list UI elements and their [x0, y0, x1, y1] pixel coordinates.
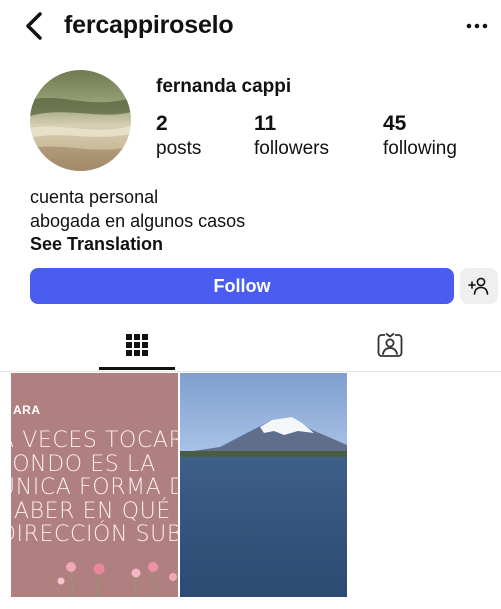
tab-tagged[interactable]: [352, 322, 428, 370]
add-person-icon: [468, 277, 489, 295]
bio-line-2: abogada en algunos casos: [30, 210, 246, 231]
post-thumbnail[interactable]: ARA A VECES TOCAR FONDO ES LA ÚNICA FORM…: [11, 373, 178, 597]
following-count-value: 45: [383, 112, 407, 135]
profile-username: fercappiroselo: [64, 11, 234, 39]
tab-grid[interactable]: [99, 322, 175, 370]
see-translation-link[interactable]: See Translation: [30, 233, 245, 257]
posts-count[interactable]: 2 posts: [156, 112, 201, 162]
flowers-illustration: [57, 562, 177, 597]
avatar[interactable]: [30, 70, 131, 171]
bio: cuenta personal abogada en algunos casos…: [30, 186, 245, 257]
followers-count-value: 11: [254, 112, 277, 135]
post-tag-text: ARA: [13, 403, 41, 417]
volcano-lake-photo: [180, 373, 347, 597]
chevron-left-icon: [26, 12, 42, 40]
suggested-accounts-button[interactable]: [460, 268, 498, 304]
following-count[interactable]: 45 following: [383, 112, 457, 162]
posts-grid: ARA A VECES TOCAR FONDO ES LA ÚNICA FORM…: [11, 373, 348, 597]
posts-count-label: posts: [156, 138, 202, 159]
back-button[interactable]: [22, 10, 48, 42]
followers-count-label: followers: [254, 138, 329, 159]
tagged-person-icon: [377, 332, 403, 357]
display-name: fernanda cappi: [156, 76, 292, 97]
profile-tabs: [0, 322, 501, 372]
followers-count[interactable]: 11 followers: [254, 112, 329, 162]
top-bar: fercappiroselo: [0, 0, 501, 52]
posts-count-value: 2: [156, 112, 168, 135]
grid-icon: [126, 334, 148, 356]
bio-line-1: cuenta personal: [30, 187, 159, 207]
avatar-photo: [30, 70, 131, 171]
follow-button[interactable]: Follow: [30, 268, 454, 304]
post-thumbnail[interactable]: [180, 373, 347, 597]
post-quote-text: A VECES TOCAR FONDO ES LA ÚNICA FORMA DE…: [11, 428, 178, 547]
following-count-label: following: [383, 138, 457, 159]
more-options-button[interactable]: [464, 14, 490, 38]
ellipsis-icon: [466, 23, 488, 29]
